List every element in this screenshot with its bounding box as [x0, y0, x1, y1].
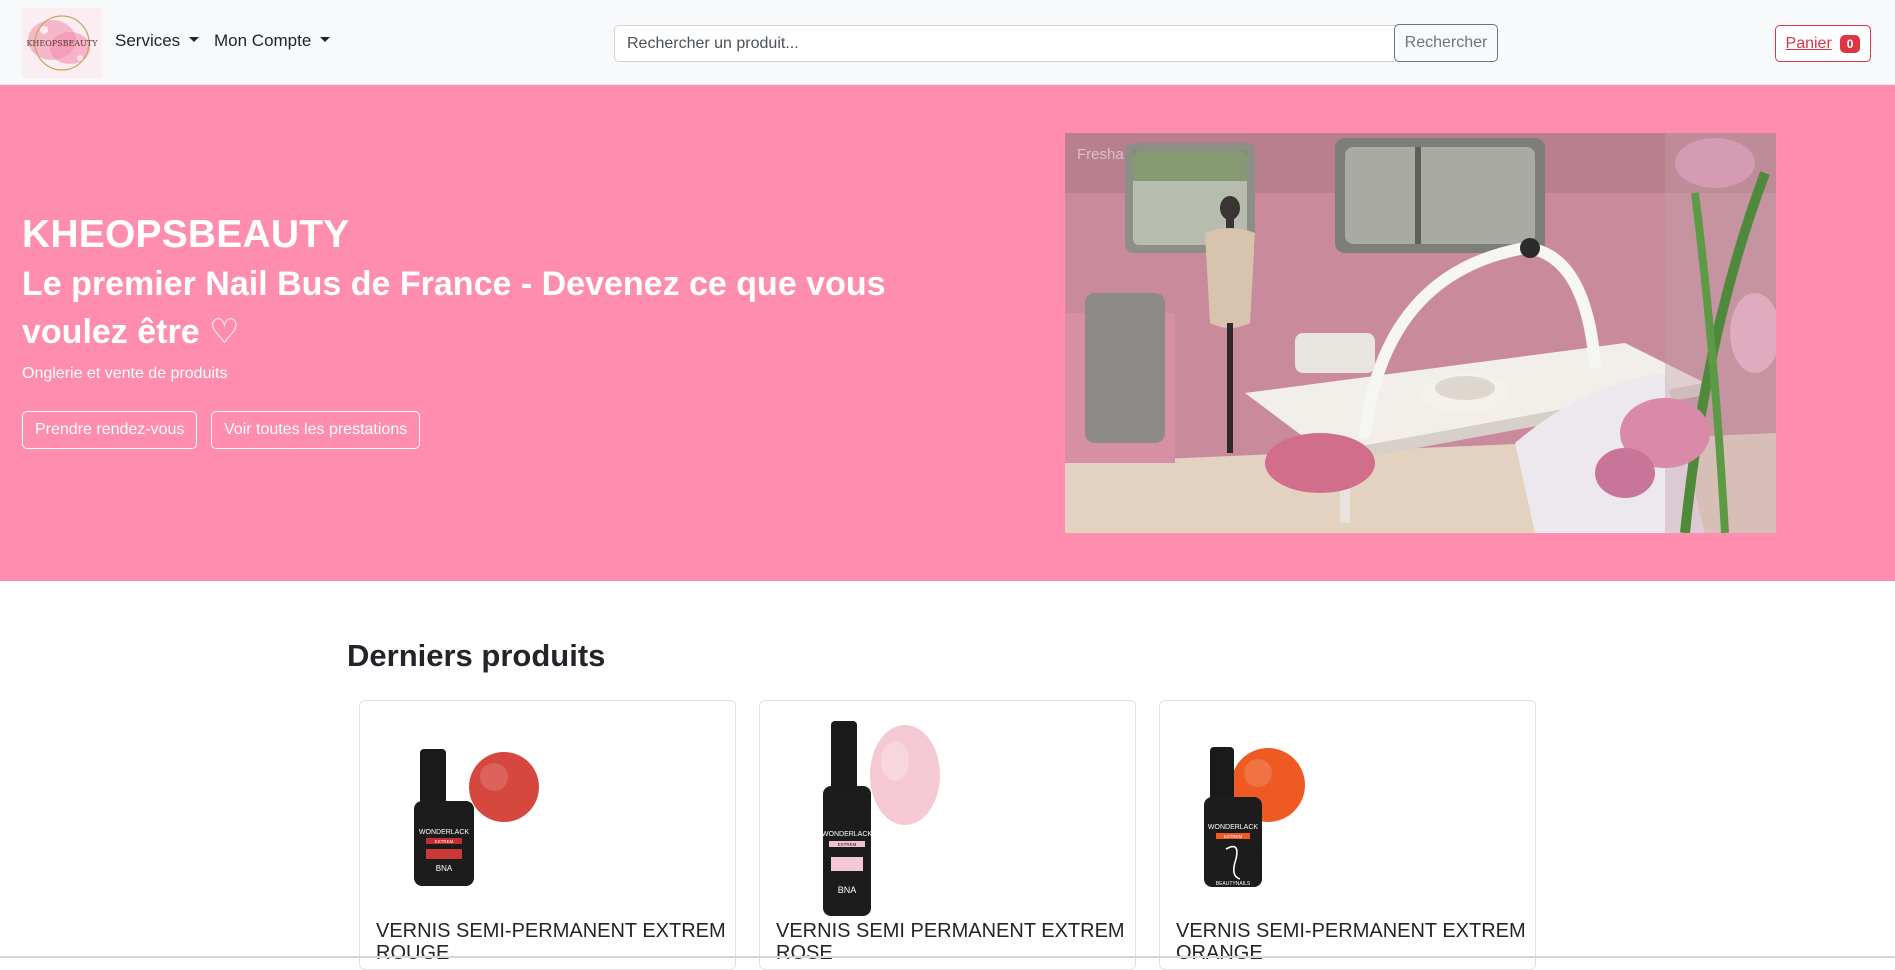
hero-subtitle: Le premier Nail Bus de France - Devenez … — [22, 265, 886, 351]
product-image: WONDERLACK EXTREM BNA — [760, 701, 1135, 921]
nav-account-label: Mon Compte — [214, 31, 312, 50]
bottle-line-text: EXTREM — [838, 842, 857, 847]
bottle-line-text: EXTREM — [1224, 834, 1243, 839]
product-image: WONDERLACK EXTREM BEAUTYNAILS — [1160, 701, 1535, 921]
product-image: WONDERLACK EXTREM BNA — [360, 701, 735, 921]
cart-count-badge: 0 — [1839, 34, 1861, 53]
bottle-brand-text: WONDERLACK — [419, 829, 470, 836]
navbar: KHEOPSBEAUTY Services Mon Compte Recherc… — [0, 0, 1895, 85]
cart-button[interactable]: Panier 0 — [1775, 25, 1871, 62]
book-appointment-button[interactable]: Prendre rendez-vous — [22, 411, 198, 449]
hero-banner: KHEOPSBEAUTY Le premier Nail Bus de Fran… — [0, 85, 1895, 581]
hero-description: Onglerie et vente de produits — [22, 365, 228, 382]
brand-logo[interactable]: KHEOPSBEAUTY — [22, 8, 102, 78]
bottle-mark-text: BEAUTYNAILS — [1216, 881, 1251, 887]
nav-services-label: Services — [115, 31, 181, 50]
latest-products-title: Derniers produits — [347, 638, 606, 673]
nail-bus-interior-image: Fresha — [1065, 133, 1776, 533]
cart-label: Panier — [1785, 34, 1832, 52]
caret-down-icon — [189, 37, 200, 43]
nav-account-dropdown[interactable]: Mon Compte — [214, 31, 331, 51]
bottle-mark-text: BNA — [838, 885, 857, 895]
bottle-mark-text: BNA — [436, 864, 453, 873]
bottle-brand-text: WONDERLACK — [1208, 824, 1259, 831]
bottle-brand-text: WONDERLACK — [822, 831, 873, 838]
caret-down-icon — [320, 37, 331, 43]
image-watermark: Fresha — [1077, 146, 1124, 163]
nav-services-dropdown[interactable]: Services — [115, 31, 200, 51]
view-services-button[interactable]: Voir toutes les prestations — [211, 411, 421, 449]
product-card[interactable]: WONDERLACK EXTREM BEAUTYNAILS VERNIS SEM… — [1159, 700, 1536, 970]
brand-logo-text: KHEOPSBEAUTY — [26, 39, 98, 48]
bottle-line-text: EXTREM — [435, 839, 454, 844]
product-card[interactable]: WONDERLACK EXTREM BNA VERNIS SEMI-PERMAN… — [359, 700, 736, 970]
hero-title: KHEOPSBEAUTY — [22, 213, 350, 256]
search-input[interactable] — [614, 25, 1396, 62]
search-button[interactable]: Rechercher — [1394, 24, 1498, 62]
product-card[interactable]: WONDERLACK EXTREM BNA VERNIS SEMI PERMAN… — [759, 700, 1136, 970]
